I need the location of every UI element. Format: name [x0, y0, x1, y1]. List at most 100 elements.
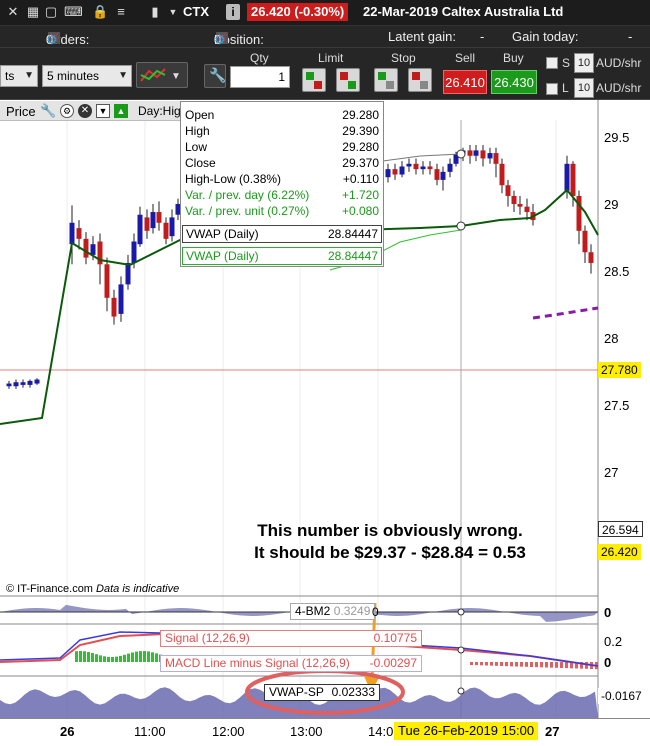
close-icon[interactable]: ✕: [78, 104, 92, 118]
lines-icon[interactable]: ≡: [114, 5, 128, 19]
interval-dropdown[interactable]: 5 minutes ▼: [42, 65, 132, 87]
macd-bar: [147, 651, 150, 662]
macd-bar: [123, 654, 126, 662]
candle-body: [493, 153, 499, 164]
chevron-down-icon[interactable]: ▼: [166, 5, 180, 19]
candle-body: [125, 262, 131, 285]
macd-bar: [540, 662, 543, 668]
limit-buy-button[interactable]: [302, 68, 326, 92]
candle-body: [163, 222, 169, 239]
chevron-down-icon: ▼: [24, 70, 34, 81]
s-checkbox[interactable]: [546, 57, 558, 69]
y-tick-28: 28: [604, 331, 619, 346]
candle-body: [570, 163, 576, 196]
trading-toolbar: ts ▼ 5 minutes ▼ ▼ 🔧 Qty 1 Limit Stop Se…: [0, 48, 650, 100]
qty-input[interactable]: 1: [230, 66, 290, 88]
candle-body: [499, 163, 505, 186]
vwap-legend[interactable]: VWAP (Daily) 28.84447: [182, 247, 382, 265]
macd-bar: [155, 653, 158, 662]
close-window-icon[interactable]: ✕: [6, 5, 20, 19]
macd-bar: [495, 662, 498, 666]
candle-body: [467, 150, 473, 156]
settings-button[interactable]: 🔧: [204, 64, 226, 88]
wrench-icon: 🔧: [209, 67, 227, 83]
macd-bar: [103, 656, 106, 662]
candle-body: [406, 163, 412, 167]
bm2-marker: [457, 608, 465, 616]
wrench-icon[interactable]: 🔧: [40, 103, 56, 119]
vwap-value: 28.84447: [327, 227, 378, 241]
y-tick-29: 29: [604, 197, 619, 212]
var-prev-unit-row: Var. / prev. unit (0.27%) +0.080: [185, 204, 379, 218]
annotation-line-2: It should be $29.37 - $28.84 = 0.53: [254, 543, 526, 562]
vwap-legend-value: 28.84447: [327, 249, 378, 263]
tabs-dropdown[interactable]: ts ▼: [0, 65, 38, 87]
macd-bar: [535, 662, 538, 668]
stop-sell-button[interactable]: [408, 68, 432, 92]
stop-buy-button[interactable]: [374, 68, 398, 92]
gain-today-value: -: [628, 29, 633, 44]
macd-axis-zero: 0: [604, 655, 612, 670]
keyboard-icon[interactable]: ⌨: [64, 5, 83, 19]
gain-today-label: Gain today:: [512, 29, 579, 44]
vwapsp-legend[interactable]: VWAP-SP 0.02333: [264, 684, 380, 701]
bm2-value: 0: [372, 605, 379, 619]
stop-icon: [386, 81, 394, 89]
candle-body: [20, 382, 26, 385]
high-row: High 29.390: [185, 124, 379, 138]
latent-gain-value: -: [480, 29, 485, 44]
low-row: Low 29.280: [185, 140, 379, 154]
chevron-down-icon[interactable]: ▼: [96, 104, 110, 118]
macd-bar: [510, 662, 513, 667]
candle-body: [169, 217, 175, 237]
l-label: L: [562, 81, 569, 95]
settings-icon[interactable]: ⚙: [60, 104, 74, 118]
chevron-down-icon: ▼: [118, 70, 128, 81]
sell-button[interactable]: 26.410: [443, 70, 487, 94]
candle-body: [34, 379, 40, 384]
signal-legend[interactable]: Signal (12,26,9) 0.10775: [160, 630, 422, 647]
macd-bar: [131, 652, 134, 662]
chevron-up-icon[interactable]: ▲: [114, 104, 128, 118]
up-arrow-icon: [378, 72, 386, 80]
candle-body: [13, 382, 19, 387]
limit-sell-button[interactable]: [336, 68, 360, 92]
l-checkbox[interactable]: [546, 83, 558, 95]
gears-icon[interactable]: ⚙: [46, 32, 58, 48]
currency-label-2: AUD/shr: [596, 81, 642, 95]
limit-label: Limit: [318, 51, 344, 65]
price-change-badge: 26.420 (-0.30%): [247, 3, 349, 21]
x-tick-11: 11:00: [134, 724, 166, 739]
macd-bar: [475, 662, 478, 666]
ticker-symbol[interactable]: CTX: [183, 4, 209, 19]
gears-icon[interactable]: ⚙: [214, 32, 226, 48]
candle-icon[interactable]: ▮: [148, 5, 162, 19]
candle-body: [144, 217, 150, 231]
info-icon[interactable]: i: [226, 4, 240, 20]
macd-bar: [500, 662, 503, 666]
indicator-picker-button[interactable]: ▼: [136, 62, 188, 88]
candle-body: [582, 230, 588, 253]
l-qty-box[interactable]: 10: [574, 78, 594, 98]
grid-icon[interactable]: ▦: [26, 5, 40, 19]
s-qty-box[interactable]: 10: [574, 53, 594, 73]
macd-bar: [111, 656, 114, 662]
moving-average-line: [532, 306, 599, 320]
bm2-legend[interactable]: 4-BM2 0.3249: [290, 603, 376, 620]
macd-bar: [99, 655, 102, 662]
lock-icon[interactable]: 🔒: [92, 5, 108, 19]
qty-value: 1: [278, 70, 285, 84]
maximize-icon[interactable]: ▢: [44, 5, 58, 19]
y-tick-27: 27: [604, 465, 619, 480]
price-pane-label: Price: [6, 104, 36, 119]
buy-label: Buy: [503, 51, 524, 65]
vwap-legend-label: VWAP (Daily): [186, 249, 259, 263]
macd-legend[interactable]: MACD Line minus Signal (12,26,9) -0.0029…: [160, 655, 422, 672]
macd-bar: [75, 651, 78, 662]
buy-button[interactable]: 26.430: [491, 70, 537, 94]
macd-bar: [550, 662, 553, 668]
down-arrow-icon: [340, 72, 348, 80]
macd-bar: [505, 662, 508, 667]
macd-bar: [135, 651, 138, 662]
candle-body: [137, 214, 143, 245]
